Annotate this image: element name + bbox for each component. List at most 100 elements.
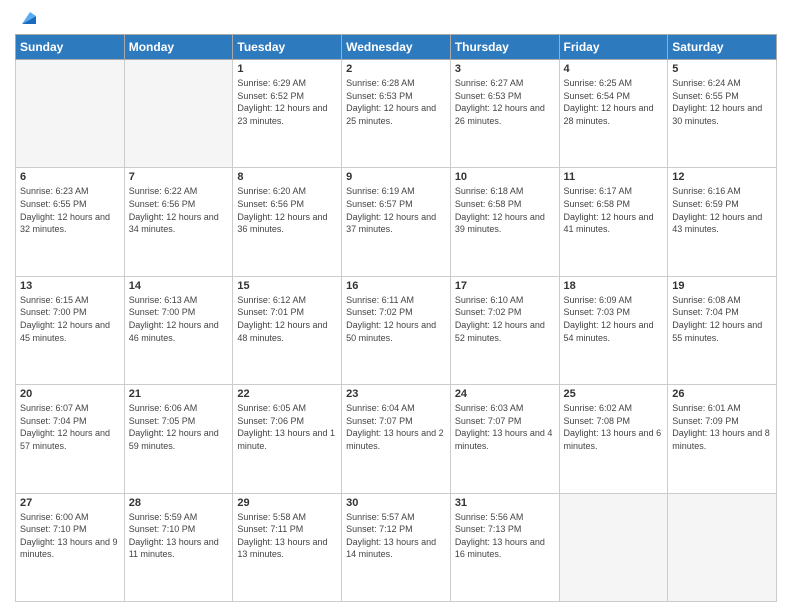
calendar-cell: 14 Sunrise: 6:13 AM Sunset: 7:00 PM Dayli…	[124, 276, 233, 384]
day-info: Sunrise: 5:58 AM Sunset: 7:11 PM Dayligh…	[237, 511, 337, 561]
calendar-cell: 27 Sunrise: 6:00 AM Sunset: 7:10 PM Dayli…	[16, 493, 125, 601]
day-info: Sunrise: 6:12 AM Sunset: 7:01 PM Dayligh…	[237, 294, 337, 344]
day-number: 7	[129, 171, 229, 183]
day-number: 18	[564, 280, 664, 292]
day-number: 9	[346, 171, 446, 183]
day-number: 27	[20, 497, 120, 509]
calendar-cell: 15 Sunrise: 6:12 AM Sunset: 7:01 PM Dayli…	[233, 276, 342, 384]
calendar-week-2: 6 Sunrise: 6:23 AM Sunset: 6:55 PM Daylig…	[16, 168, 777, 276]
calendar-cell: 18 Sunrise: 6:09 AM Sunset: 7:03 PM Dayli…	[559, 276, 668, 384]
calendar-cell: 19Sunrise: 6:08 AM Sunset: 7:04 PM Dayli…	[668, 276, 777, 384]
day-number: 5	[672, 63, 772, 75]
calendar-week-4: 20 Sunrise: 6:07 AM Sunset: 7:04 PM Dayli…	[16, 385, 777, 493]
calendar-cell	[559, 493, 668, 601]
day-info: Sunrise: 5:57 AM Sunset: 7:12 PM Dayligh…	[346, 511, 446, 561]
day-number: 16	[346, 280, 446, 292]
calendar-cell: 7 Sunrise: 6:22 AM Sunset: 6:56 PM Daylig…	[124, 168, 233, 276]
day-number: 29	[237, 497, 337, 509]
calendar-cell: 1 Sunrise: 6:29 AM Sunset: 6:52 PM Daylig…	[233, 60, 342, 168]
calendar-cell: 26 Sunrise: 6:01 AM Sunset: 7:09 PM Dayli…	[668, 385, 777, 493]
day-info: Sunrise: 6:06 AM Sunset: 7:05 PM Dayligh…	[129, 402, 229, 452]
calendar-cell: 10 Sunrise: 6:18 AM Sunset: 6:58 PM Dayli…	[450, 168, 559, 276]
day-info: Sunrise: 6:05 AM Sunset: 7:06 PM Dayligh…	[237, 402, 337, 452]
day-info: Sunrise: 6:09 AM Sunset: 7:03 PM Dayligh…	[564, 294, 664, 344]
day-number: 30	[346, 497, 446, 509]
day-number: 26	[672, 388, 772, 400]
day-number: 6	[20, 171, 120, 183]
day-info: Sunrise: 6:01 AM Sunset: 7:09 PM Dayligh…	[672, 402, 772, 452]
day-info: Sunrise: 6:29 AM Sunset: 6:52 PM Dayligh…	[237, 77, 337, 127]
calendar-table: SundayMondayTuesdayWednesdayThursdayFrid…	[15, 34, 777, 602]
day-number: 21	[129, 388, 229, 400]
weekday-header-wednesday: Wednesday	[342, 35, 451, 60]
calendar-cell: 20 Sunrise: 6:07 AM Sunset: 7:04 PM Dayli…	[16, 385, 125, 493]
day-info: Sunrise: 6:18 AM Sunset: 6:58 PM Dayligh…	[455, 185, 555, 235]
header	[15, 10, 777, 28]
day-number: 15	[237, 280, 337, 292]
calendar-cell: 8 Sunrise: 6:20 AM Sunset: 6:56 PM Daylig…	[233, 168, 342, 276]
day-number: 12	[672, 171, 772, 183]
day-number: 25	[564, 388, 664, 400]
calendar-cell	[16, 60, 125, 168]
calendar-cell: 12 Sunrise: 6:16 AM Sunset: 6:59 PM Dayli…	[668, 168, 777, 276]
day-info: Sunrise: 6:08 AM Sunset: 7:04 PM Dayligh…	[672, 294, 772, 344]
calendar-week-3: 13 Sunrise: 6:15 AM Sunset: 7:00 PM Dayli…	[16, 276, 777, 384]
logo-icon	[18, 6, 40, 28]
calendar-cell: 29 Sunrise: 5:58 AM Sunset: 7:11 PM Dayli…	[233, 493, 342, 601]
calendar-cell: 16Sunrise: 6:11 AM Sunset: 7:02 PM Dayli…	[342, 276, 451, 384]
calendar-cell: 13 Sunrise: 6:15 AM Sunset: 7:00 PM Dayli…	[16, 276, 125, 384]
day-info: Sunrise: 6:02 AM Sunset: 7:08 PM Dayligh…	[564, 402, 664, 452]
day-info: Sunrise: 6:13 AM Sunset: 7:00 PM Dayligh…	[129, 294, 229, 344]
weekday-header-thursday: Thursday	[450, 35, 559, 60]
weekday-header-saturday: Saturday	[668, 35, 777, 60]
day-number: 28	[129, 497, 229, 509]
calendar-cell: 3Sunrise: 6:27 AM Sunset: 6:53 PM Daylig…	[450, 60, 559, 168]
calendar-cell: 11Sunrise: 6:17 AM Sunset: 6:58 PM Dayli…	[559, 168, 668, 276]
day-number: 13	[20, 280, 120, 292]
day-number: 31	[455, 497, 555, 509]
calendar-cell: 23Sunrise: 6:04 AM Sunset: 7:07 PM Dayli…	[342, 385, 451, 493]
calendar-cell: 24Sunrise: 6:03 AM Sunset: 7:07 PM Dayli…	[450, 385, 559, 493]
calendar-cell: 17 Sunrise: 6:10 AM Sunset: 7:02 PM Dayli…	[450, 276, 559, 384]
day-info: Sunrise: 6:15 AM Sunset: 7:00 PM Dayligh…	[20, 294, 120, 344]
calendar-cell: 22 Sunrise: 6:05 AM Sunset: 7:06 PM Dayli…	[233, 385, 342, 493]
day-info: Sunrise: 6:10 AM Sunset: 7:02 PM Dayligh…	[455, 294, 555, 344]
day-number: 22	[237, 388, 337, 400]
day-number: 20	[20, 388, 120, 400]
day-number: 14	[129, 280, 229, 292]
calendar-cell: 21 Sunrise: 6:06 AM Sunset: 7:05 PM Dayli…	[124, 385, 233, 493]
weekday-header-sunday: Sunday	[16, 35, 125, 60]
day-info: Sunrise: 6:16 AM Sunset: 6:59 PM Dayligh…	[672, 185, 772, 235]
day-info: Sunrise: 6:17 AM Sunset: 6:58 PM Dayligh…	[564, 185, 664, 235]
calendar-cell: 25 Sunrise: 6:02 AM Sunset: 7:08 PM Dayli…	[559, 385, 668, 493]
day-info: Sunrise: 6:28 AM Sunset: 6:53 PM Dayligh…	[346, 77, 446, 127]
day-number: 17	[455, 280, 555, 292]
calendar-cell: 5Sunrise: 6:24 AM Sunset: 6:55 PM Daylig…	[668, 60, 777, 168]
calendar-header-row: SundayMondayTuesdayWednesdayThursdayFrid…	[16, 35, 777, 60]
calendar-week-5: 27 Sunrise: 6:00 AM Sunset: 7:10 PM Dayli…	[16, 493, 777, 601]
day-info: Sunrise: 6:20 AM Sunset: 6:56 PM Dayligh…	[237, 185, 337, 235]
day-info: Sunrise: 6:04 AM Sunset: 7:07 PM Dayligh…	[346, 402, 446, 452]
calendar-cell	[668, 493, 777, 601]
day-info: Sunrise: 6:07 AM Sunset: 7:04 PM Dayligh…	[20, 402, 120, 452]
day-number: 1	[237, 63, 337, 75]
day-number: 8	[237, 171, 337, 183]
calendar-cell: 4Sunrise: 6:25 AM Sunset: 6:54 PM Daylig…	[559, 60, 668, 168]
day-info: Sunrise: 5:59 AM Sunset: 7:10 PM Dayligh…	[129, 511, 229, 561]
day-info: Sunrise: 6:19 AM Sunset: 6:57 PM Dayligh…	[346, 185, 446, 235]
day-info: Sunrise: 6:22 AM Sunset: 6:56 PM Dayligh…	[129, 185, 229, 235]
day-number: 2	[346, 63, 446, 75]
day-info: Sunrise: 5:56 AM Sunset: 7:13 PM Dayligh…	[455, 511, 555, 561]
day-info: Sunrise: 6:03 AM Sunset: 7:07 PM Dayligh…	[455, 402, 555, 452]
day-number: 10	[455, 171, 555, 183]
calendar-cell: 9 Sunrise: 6:19 AM Sunset: 6:57 PM Daylig…	[342, 168, 451, 276]
day-info: Sunrise: 6:00 AM Sunset: 7:10 PM Dayligh…	[20, 511, 120, 561]
calendar-week-1: 1 Sunrise: 6:29 AM Sunset: 6:52 PM Daylig…	[16, 60, 777, 168]
calendar-cell: 6 Sunrise: 6:23 AM Sunset: 6:55 PM Daylig…	[16, 168, 125, 276]
calendar-cell: 2 Sunrise: 6:28 AM Sunset: 6:53 PM Daylig…	[342, 60, 451, 168]
day-info: Sunrise: 6:23 AM Sunset: 6:55 PM Dayligh…	[20, 185, 120, 235]
calendar-cell: 31 Sunrise: 5:56 AM Sunset: 7:13 PM Dayli…	[450, 493, 559, 601]
day-number: 3	[455, 63, 555, 75]
weekday-header-friday: Friday	[559, 35, 668, 60]
weekday-header-tuesday: Tuesday	[233, 35, 342, 60]
